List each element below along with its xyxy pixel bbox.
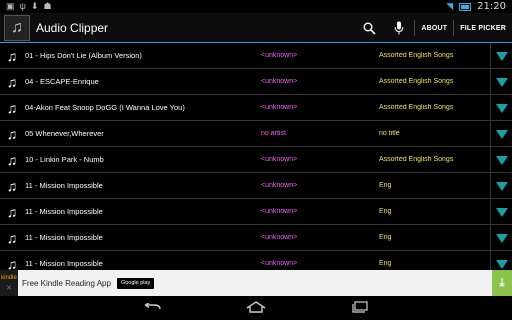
back-button[interactable] bbox=[140, 300, 164, 316]
song-album: Assorted English Songs bbox=[379, 78, 454, 85]
song-title: 01 - Hips Don't Lie (Album Version) bbox=[25, 51, 142, 60]
song-title: 11 - Mission Impossible bbox=[25, 233, 103, 242]
song-row[interactable]: ♫ 01 - Hips Don't Lie (Album Version) <u… bbox=[0, 43, 512, 69]
download-triangle-icon bbox=[495, 77, 508, 87]
system-nav-bar bbox=[0, 296, 512, 320]
song-album: Assorted English Songs bbox=[379, 52, 454, 59]
song-album: Assorted English Songs bbox=[379, 104, 454, 111]
about-button[interactable]: ABOUT bbox=[415, 13, 453, 43]
download-triangle-icon bbox=[495, 129, 508, 139]
song-album: Eng bbox=[379, 260, 392, 267]
song-row[interactable]: ♫ 11 - Mission Impossible <unknown> Eng bbox=[0, 199, 512, 225]
download-button[interactable] bbox=[490, 121, 512, 147]
recent-apps-icon bbox=[352, 301, 368, 313]
song-row[interactable]: ♫ 10 - Linkin Park - Numb <unknown> Asso… bbox=[0, 147, 512, 173]
action-bar: ♫ Audio Clipper ABOUT FILE PICKER bbox=[0, 13, 512, 43]
status-time: 21:20 bbox=[477, 1, 506, 12]
song-row[interactable]: ♫ 04 - ESCAPE-Enrique <unknown> Assorted… bbox=[0, 69, 512, 95]
song-artist: <unknown> bbox=[261, 52, 298, 59]
download-button[interactable] bbox=[490, 199, 512, 225]
song-artist: <unknown> bbox=[261, 234, 298, 241]
song-row[interactable]: ♫ 11 - Mission Impossible <unknown> Eng bbox=[0, 225, 512, 251]
music-note-icon: ♫ bbox=[6, 255, 18, 271]
song-title: 10 - Linkin Park - Numb bbox=[25, 155, 104, 164]
music-note-icon: ♫ bbox=[6, 229, 18, 246]
music-note-icon: ♫ bbox=[6, 203, 18, 220]
ad-text: Free Kindle Reading App bbox=[22, 278, 111, 288]
music-note-icon: ♫ bbox=[6, 177, 18, 194]
microphone-icon bbox=[395, 21, 404, 35]
download-button[interactable] bbox=[490, 173, 512, 199]
song-row[interactable]: ♫ 11 - Mission Impossible <unknown> Eng bbox=[0, 173, 512, 199]
song-title: 11 - Mission Impossible bbox=[25, 259, 103, 268]
download-triangle-icon bbox=[495, 259, 508, 269]
download-icon: ⤓ bbox=[499, 276, 505, 289]
song-artist: <unknown> bbox=[261, 78, 298, 85]
ad-download-button[interactable]: ⤓ bbox=[492, 270, 512, 296]
back-icon bbox=[144, 301, 161, 310]
song-artist: <unknown> bbox=[261, 208, 298, 215]
song-row[interactable]: ♫ 11 - Mission Impossible <unknown> Eng bbox=[0, 251, 512, 270]
home-button[interactable] bbox=[244, 300, 268, 316]
kindle-logo-text: kindle bbox=[1, 274, 17, 281]
song-artist: <unknown> bbox=[261, 260, 298, 267]
download-triangle-icon bbox=[495, 103, 508, 113]
ad-close-icon[interactable]: ✕ bbox=[6, 284, 12, 292]
image-notification-icon: ▣ bbox=[6, 1, 15, 11]
song-title: 11 - Mission Impossible bbox=[25, 181, 103, 190]
battery-icon bbox=[459, 2, 472, 11]
download-triangle-icon bbox=[495, 155, 508, 165]
song-title: 04-Akon Feat Snoop DoGG (I Wanna Love Yo… bbox=[25, 103, 185, 112]
usb-icon: ψ bbox=[19, 1, 26, 11]
home-icon bbox=[246, 301, 266, 313]
download-button[interactable] bbox=[490, 225, 512, 251]
music-note-icon: ♫ bbox=[6, 151, 18, 168]
download-triangle-icon bbox=[495, 181, 508, 191]
song-artist: <unknown> bbox=[261, 156, 298, 163]
song-album: no title bbox=[379, 130, 400, 137]
song-album: Eng bbox=[379, 182, 392, 189]
song-artist: <unknown> bbox=[261, 182, 298, 189]
music-note-icon: ♫ bbox=[6, 125, 18, 142]
download-notification-icon: ⬇ bbox=[30, 1, 39, 11]
status-bar: ▣ ψ ⬇ ☗ ◥ 21:20 bbox=[0, 0, 512, 13]
song-album: Eng bbox=[379, 208, 392, 215]
kindle-logo: kindle ✕ bbox=[0, 270, 18, 296]
music-note-icon: ♫ bbox=[6, 99, 18, 116]
download-triangle-icon bbox=[495, 207, 508, 217]
song-artist: no artist bbox=[261, 130, 286, 137]
download-button[interactable] bbox=[490, 251, 512, 270]
search-button[interactable] bbox=[354, 13, 384, 43]
app-logo-icon[interactable]: ♫ bbox=[4, 15, 30, 41]
download-triangle-icon bbox=[495, 233, 508, 243]
song-album: Eng bbox=[379, 234, 392, 241]
voice-search-button[interactable] bbox=[384, 13, 414, 43]
android-icon: ☗ bbox=[43, 1, 52, 11]
download-triangle-icon bbox=[495, 51, 508, 61]
song-row[interactable]: ♫ 04-Akon Feat Snoop DoGG (I Wanna Love … bbox=[0, 95, 512, 121]
music-note-icon: ♫ bbox=[6, 73, 18, 90]
app-title: Audio Clipper bbox=[36, 21, 109, 35]
song-title: 04 - ESCAPE-Enrique bbox=[25, 77, 99, 86]
search-icon bbox=[363, 22, 376, 35]
song-list[interactable]: ♫ 01 - Hips Don't Lie (Album Version) <u… bbox=[0, 43, 512, 270]
download-button[interactable] bbox=[490, 147, 512, 173]
download-button[interactable] bbox=[490, 43, 512, 69]
song-artist: <unknown> bbox=[261, 104, 298, 111]
download-button[interactable] bbox=[490, 69, 512, 95]
song-album: Assorted English Songs bbox=[379, 156, 454, 163]
music-note-icon: ♫ bbox=[6, 47, 18, 64]
google-play-badge[interactable]: Google play bbox=[116, 277, 155, 289]
ad-banner[interactable]: kindle ✕ Free Kindle Reading App Google … bbox=[0, 270, 512, 296]
wifi-icon: ◥ bbox=[446, 1, 454, 11]
song-title: 11 - Mission Impossible bbox=[25, 207, 103, 216]
song-row[interactable]: ♫ 05 Whenever,Wherever no artist no titl… bbox=[0, 121, 512, 147]
recent-apps-button[interactable] bbox=[348, 300, 372, 316]
file-picker-button[interactable]: FILE PICKER bbox=[454, 13, 512, 43]
notification-icons: ▣ ψ ⬇ ☗ bbox=[6, 0, 52, 13]
song-title: 05 Whenever,Wherever bbox=[25, 129, 104, 138]
download-button[interactable] bbox=[490, 95, 512, 121]
